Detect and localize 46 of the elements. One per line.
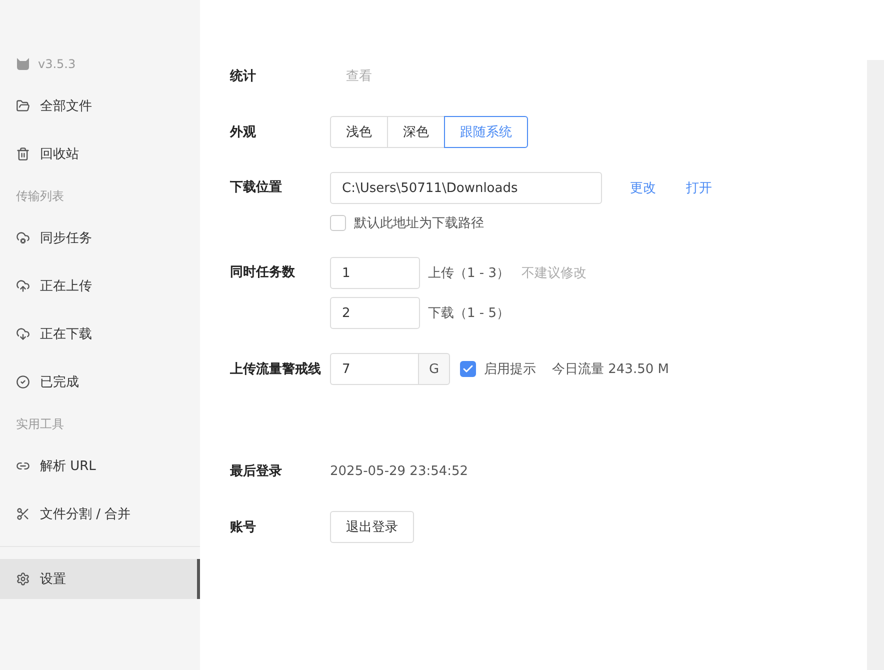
sidebar-item[interactable]: 正在上传	[0, 262, 200, 310]
setting-label: 外观	[230, 124, 257, 141]
upload-count-field[interactable]: 1	[330, 257, 420, 289]
section-heading: 传输列表	[16, 188, 64, 204]
limit-field[interactable]: 7	[330, 353, 418, 385]
cat-logo-icon	[16, 58, 30, 70]
setting-label: 同时任务数	[230, 264, 296, 282]
sidebar-item[interactable]: 全部文件	[0, 82, 200, 130]
checkbox[interactable]	[330, 215, 346, 231]
sidebar-item[interactable]: 解析 URL	[0, 442, 200, 490]
setting-label: 账号	[230, 519, 257, 536]
cloud-upload-icon	[16, 279, 30, 293]
today-traffic-text: 今日流量 243.50 M	[552, 361, 669, 378]
sidebar-item[interactable]: 回收站	[0, 130, 200, 178]
check-icon	[462, 363, 474, 375]
default-path-checkbox-label[interactable]: 默认此地址为下载路径	[330, 214, 712, 232]
last-login-time: 2025-05-29 23:54:52	[330, 464, 468, 478]
notify-checkbox-label[interactable]: 启用提示	[460, 360, 536, 378]
theme-option[interactable]: 浅色	[330, 116, 388, 148]
scissors-icon	[16, 507, 30, 521]
logout-button[interactable]: 退出登录	[330, 511, 414, 543]
settings-icon	[16, 572, 30, 586]
checkbox[interactable]	[460, 361, 476, 377]
hint-text: 不建议修改	[522, 265, 586, 282]
sidebar-item[interactable]: 已完成	[0, 358, 200, 406]
folder-icon	[16, 99, 30, 113]
setting-label: 上传流量警戒线	[230, 360, 322, 378]
setting-label: 统计	[230, 68, 257, 85]
path-field[interactable]: C:\Users\50711\Downloads	[330, 172, 602, 204]
upload-range-label: 上传（1 - 3）	[428, 265, 510, 282]
theme-option[interactable]: 深色	[387, 116, 445, 148]
unit-label: G	[418, 353, 450, 385]
sidebar-item[interactable]: 设置	[0, 559, 200, 599]
trash-icon	[16, 147, 30, 161]
cloud-download-icon	[16, 327, 30, 341]
setting-label: 最后登录	[230, 462, 283, 480]
download-count-field[interactable]: 2	[330, 297, 420, 329]
cloud-sync-icon	[16, 231, 30, 245]
download-range-label: 下载（1 - 5）	[428, 305, 510, 322]
setting-label: 下载位置	[230, 179, 283, 197]
sidebar-item[interactable]: 文件分割 / 合并	[0, 490, 200, 538]
section-heading: 实用工具	[16, 416, 64, 432]
sidebar-item[interactable]: 同步任务	[0, 214, 200, 262]
version-label: v3.5.3	[38, 57, 76, 71]
sidebar-item[interactable]: 正在下载	[0, 310, 200, 358]
check-circle-icon	[16, 375, 30, 389]
